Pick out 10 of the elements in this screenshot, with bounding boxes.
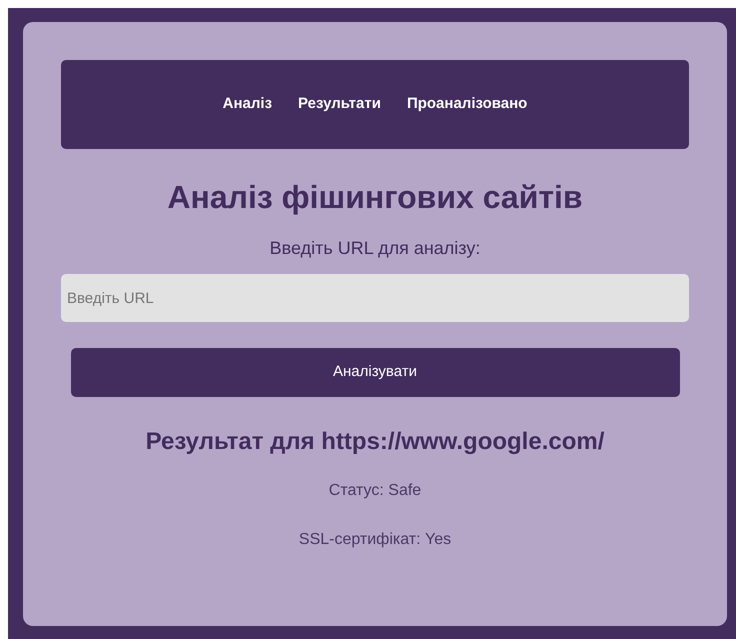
analyze-button[interactable]: Аналізувати <box>70 348 680 397</box>
url-label: Введіть URL для аналізу: <box>270 237 480 260</box>
page-title: Аналіз фішингових сайтів <box>167 178 583 217</box>
result-heading: Результат для https://www.google.com/ <box>146 427 604 457</box>
url-input[interactable]: Введіть URL <box>61 274 689 322</box>
result-line: Статус: Safe <box>328 481 422 501</box>
nav-link[interactable]: Аналіз <box>218 93 276 116</box>
result-line: SSL-сертифікат: Yes <box>298 530 452 550</box>
nav-link[interactable]: Результати <box>294 93 385 116</box>
nav-link[interactable]: Проаналізовано <box>402 93 532 116</box>
